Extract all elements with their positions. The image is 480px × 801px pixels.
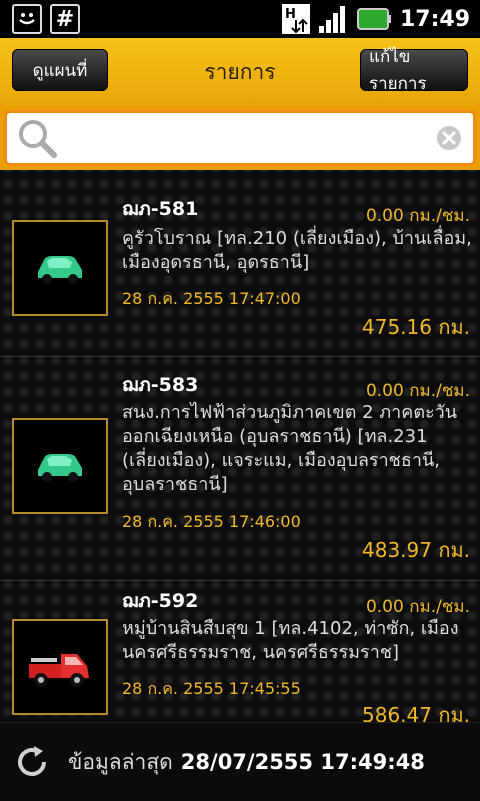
- vehicle-plate: ฌภ-581: [122, 198, 199, 220]
- signal-strength-icon: [318, 6, 345, 33]
- vehicle-plate: ฌภ-583: [122, 374, 199, 396]
- battery-icon: [356, 8, 391, 30]
- vehicle-timestamp: 28 ก.ค. 2555 17:46:00: [122, 512, 301, 531]
- edit-list-button[interactable]: แก้ไขรายการ: [360, 47, 468, 94]
- list-item[interactable]: ฌภ-581 0.00 กม./ชม. คูรัวโบราณ [ทล.210 (…: [0, 190, 480, 357]
- list-item[interactable]: ฌภ-592 0.00 กม./ชม. หมู่บ้านสินสืบสุข 1 …: [0, 581, 480, 722]
- vehicle-distance: 483.97 กม.: [362, 538, 470, 562]
- hash-notification-icon: #: [50, 4, 80, 34]
- vehicle-speed: 0.00 กม./ชม.: [365, 206, 470, 226]
- clock: 17:49: [399, 6, 470, 32]
- clear-search-icon[interactable]: [435, 124, 463, 152]
- vehicle-distance: 475.16 กม.: [362, 315, 470, 339]
- vehicle-speed: 0.00 กม./ชม.: [365, 597, 470, 617]
- green-car-icon: [12, 418, 108, 514]
- refresh-icon[interactable]: [14, 744, 50, 780]
- title-bar: รายการ ดูแผนที่ แก้ไขรายการ: [0, 38, 480, 106]
- smiley-notification-icon: [12, 4, 42, 34]
- list-item[interactable]: ฌภ-583 0.00 กม./ชม. สนง.การไฟฟ้าส่วนภูมิ…: [0, 357, 480, 581]
- green-car-icon: [12, 220, 108, 316]
- vehicle-speed: 0.00 กม./ชม.: [365, 381, 470, 401]
- vehicle-timestamp: 28 ก.ค. 2555 17:47:00: [122, 289, 301, 308]
- last-update-label: ข้อมูลล่าสุด: [68, 749, 173, 774]
- vehicle-location: หมู่บ้านสินสืบสุข 1 [ทล.4102, ท่าซัก, เม…: [122, 618, 459, 663]
- search-icon: [19, 120, 57, 158]
- status-bar: # H 17:49: [0, 0, 480, 38]
- vehicle-list[interactable]: ฌภ-581 0.00 กม./ชม. คูรัวโบราณ [ทล.210 (…: [0, 190, 480, 722]
- view-map-button[interactable]: ดูแผนที่: [12, 49, 108, 91]
- last-update-time: 28/07/2555 17:49:48: [180, 750, 425, 774]
- hsdpa-data-icon: H: [281, 4, 310, 34]
- vehicle-distance: 586.47 กม.: [362, 703, 470, 722]
- vehicle-location: สนง.การไฟฟ้าส่วนภูมิภาคเขต 2 ภาคตะวันออก…: [122, 402, 458, 495]
- red-pickup-truck-icon: [12, 619, 108, 715]
- vehicle-timestamp: 28 ก.ค. 2555 17:45:55: [122, 679, 301, 698]
- search-bar: [0, 106, 480, 170]
- vehicle-plate: ฌภ-592: [122, 590, 199, 612]
- svg-text:H: H: [285, 7, 296, 22]
- search-box: [4, 110, 476, 166]
- search-input[interactable]: [59, 117, 435, 159]
- last-update-bar: ข้อมูลล่าสุด 28/07/2555 17:49:48: [0, 722, 480, 801]
- vehicle-location: คูรัวโบราณ [ทล.210 (เลี่ยงเมือง), บ้านเล…: [122, 228, 472, 273]
